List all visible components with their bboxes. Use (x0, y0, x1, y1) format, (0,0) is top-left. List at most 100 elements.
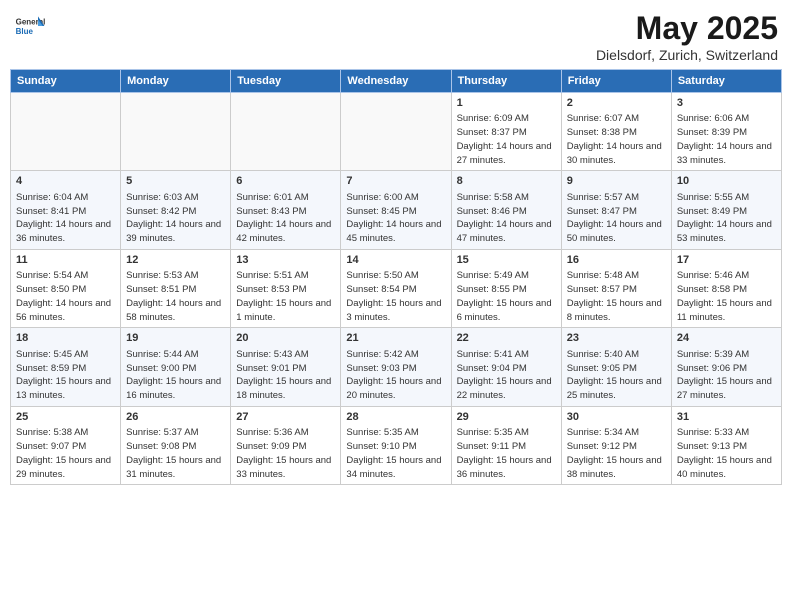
day-number: 30 (567, 410, 666, 425)
calendar-day-cell: 30Sunrise: 5:34 AM Sunset: 9:12 PM Dayli… (561, 406, 671, 484)
day-number: 25 (16, 410, 115, 425)
day-info: Sunrise: 5:39 AM Sunset: 9:06 PM Dayligh… (677, 348, 776, 403)
calendar-day-cell: 15Sunrise: 5:49 AM Sunset: 8:55 PM Dayli… (451, 249, 561, 327)
day-info: Sunrise: 5:54 AM Sunset: 8:50 PM Dayligh… (16, 269, 115, 324)
calendar-day-cell: 6 Sunrise: 6:01 AM Sunset: 8:43 PM Daylig… (231, 171, 341, 249)
day-info: Sunrise: 6:04 AM Sunset: 8:41 PM Dayligh… (16, 191, 115, 246)
calendar-week-row: 25Sunrise: 5:38 AM Sunset: 9:07 PM Dayli… (11, 406, 782, 484)
day-number: 28 (346, 410, 445, 425)
calendar-week-row: 4 Sunrise: 6:04 AM Sunset: 8:41 PM Daylig… (11, 171, 782, 249)
day-info: Sunrise: 5:41 AM Sunset: 9:04 PM Dayligh… (457, 348, 556, 403)
logo-icon: General Blue (14, 10, 46, 42)
day-number: 10 (677, 174, 776, 189)
day-number: 17 (677, 253, 776, 268)
month-title: May 2025 (596, 10, 778, 47)
day-number: 6 (236, 174, 335, 189)
calendar-day-cell: 21 Sunrise: 5:42 AM Sunset: 9:03 PM Dayli… (341, 328, 451, 406)
day-number: 20 (236, 331, 335, 346)
weekday-header: Friday (561, 70, 671, 93)
calendar-day-cell: 10 Sunrise: 5:55 AM Sunset: 8:49 PM Dayli… (671, 171, 781, 249)
day-number: 16 (567, 253, 666, 268)
day-number: 3 (677, 96, 776, 111)
day-number: 24 (677, 331, 776, 346)
calendar-day-cell: 31Sunrise: 5:33 AM Sunset: 9:13 PM Dayli… (671, 406, 781, 484)
day-number: 13 (236, 253, 335, 268)
day-info: Sunrise: 5:46 AM Sunset: 8:58 PM Dayligh… (677, 269, 776, 324)
calendar-day-cell: 16Sunrise: 5:48 AM Sunset: 8:57 PM Dayli… (561, 249, 671, 327)
calendar-day-cell: 20Sunrise: 5:43 AM Sunset: 9:01 PM Dayli… (231, 328, 341, 406)
calendar-day-cell (341, 93, 451, 171)
title-block: May 2025 Dielsdorf, Zurich, Switzerland (596, 10, 778, 63)
day-number: 4 (16, 174, 115, 189)
calendar-day-cell: 12Sunrise: 5:53 AM Sunset: 8:51 PM Dayli… (121, 249, 231, 327)
day-number: 9 (567, 174, 666, 189)
day-info: Sunrise: 5:45 AM Sunset: 8:59 PM Dayligh… (16, 348, 115, 403)
calendar-day-cell: 5 Sunrise: 6:03 AM Sunset: 8:42 PM Daylig… (121, 171, 231, 249)
day-info: Sunrise: 6:06 AM Sunset: 8:39 PM Dayligh… (677, 112, 776, 167)
calendar-day-cell: 25Sunrise: 5:38 AM Sunset: 9:07 PM Dayli… (11, 406, 121, 484)
day-info: Sunrise: 5:40 AM Sunset: 9:05 PM Dayligh… (567, 348, 666, 403)
day-info: Sunrise: 5:42 AM Sunset: 9:03 PM Dayligh… (346, 348, 445, 403)
day-number: 18 (16, 331, 115, 346)
day-info: Sunrise: 5:50 AM Sunset: 8:54 PM Dayligh… (346, 269, 445, 324)
day-number: 1 (457, 96, 556, 111)
day-info: Sunrise: 5:35 AM Sunset: 9:11 PM Dayligh… (457, 426, 556, 481)
calendar-day-cell (121, 93, 231, 171)
day-info: Sunrise: 5:38 AM Sunset: 9:07 PM Dayligh… (16, 426, 115, 481)
calendar-week-row: 18 Sunrise: 5:45 AM Sunset: 8:59 PM Dayli… (11, 328, 782, 406)
calendar-day-cell: 1Sunrise: 6:09 AM Sunset: 8:37 PM Daylig… (451, 93, 561, 171)
weekday-header: Saturday (671, 70, 781, 93)
day-number: 8 (457, 174, 556, 189)
day-number: 7 (346, 174, 445, 189)
calendar-day-cell: 4 Sunrise: 6:04 AM Sunset: 8:41 PM Daylig… (11, 171, 121, 249)
calendar-day-cell: 26Sunrise: 5:37 AM Sunset: 9:08 PM Dayli… (121, 406, 231, 484)
calendar-day-cell: 7Sunrise: 6:00 AM Sunset: 8:45 PM Daylig… (341, 171, 451, 249)
day-info: Sunrise: 5:33 AM Sunset: 9:13 PM Dayligh… (677, 426, 776, 481)
day-number: 19 (126, 331, 225, 346)
calendar-week-row: 11Sunrise: 5:54 AM Sunset: 8:50 PM Dayli… (11, 249, 782, 327)
day-number: 5 (126, 174, 225, 189)
day-number: 26 (126, 410, 225, 425)
day-number: 12 (126, 253, 225, 268)
calendar-header-row: SundayMondayTuesdayWednesdayThursdayFrid… (11, 70, 782, 93)
day-info: Sunrise: 6:07 AM Sunset: 8:38 PM Dayligh… (567, 112, 666, 167)
day-info: Sunrise: 5:34 AM Sunset: 9:12 PM Dayligh… (567, 426, 666, 481)
calendar-day-cell: 19 Sunrise: 5:44 AM Sunset: 9:00 PM Dayli… (121, 328, 231, 406)
location: Dielsdorf, Zurich, Switzerland (596, 47, 778, 63)
day-info: Sunrise: 5:53 AM Sunset: 8:51 PM Dayligh… (126, 269, 225, 324)
calendar-day-cell: 17Sunrise: 5:46 AM Sunset: 8:58 PM Dayli… (671, 249, 781, 327)
calendar-day-cell: 9Sunrise: 5:57 AM Sunset: 8:47 PM Daylig… (561, 171, 671, 249)
calendar-day-cell: 28Sunrise: 5:35 AM Sunset: 9:10 PM Dayli… (341, 406, 451, 484)
day-number: 29 (457, 410, 556, 425)
day-number: 22 (457, 331, 556, 346)
calendar-day-cell: 29Sunrise: 5:35 AM Sunset: 9:11 PM Dayli… (451, 406, 561, 484)
calendar-day-cell: 8Sunrise: 5:58 AM Sunset: 8:46 PM Daylig… (451, 171, 561, 249)
page-header: General Blue May 2025 Dielsdorf, Zurich,… (10, 10, 782, 63)
calendar-day-cell: 22 Sunrise: 5:41 AM Sunset: 9:04 PM Dayli… (451, 328, 561, 406)
day-info: Sunrise: 6:03 AM Sunset: 8:42 PM Dayligh… (126, 191, 225, 246)
calendar-day-cell: 27Sunrise: 5:36 AM Sunset: 9:09 PM Dayli… (231, 406, 341, 484)
weekday-header: Tuesday (231, 70, 341, 93)
calendar-day-cell (11, 93, 121, 171)
day-number: 21 (346, 331, 445, 346)
day-info: Sunrise: 5:48 AM Sunset: 8:57 PM Dayligh… (567, 269, 666, 324)
calendar-table: SundayMondayTuesdayWednesdayThursdayFrid… (10, 69, 782, 485)
day-number: 27 (236, 410, 335, 425)
day-info: Sunrise: 5:36 AM Sunset: 9:09 PM Dayligh… (236, 426, 335, 481)
weekday-header: Sunday (11, 70, 121, 93)
day-number: 15 (457, 253, 556, 268)
svg-text:Blue: Blue (16, 27, 34, 36)
day-info: Sunrise: 5:44 AM Sunset: 9:00 PM Dayligh… (126, 348, 225, 403)
day-info: Sunrise: 5:49 AM Sunset: 8:55 PM Dayligh… (457, 269, 556, 324)
day-info: Sunrise: 5:55 AM Sunset: 8:49 PM Dayligh… (677, 191, 776, 246)
weekday-header: Wednesday (341, 70, 451, 93)
calendar-day-cell (231, 93, 341, 171)
calendar-day-cell: 24 Sunrise: 5:39 AM Sunset: 9:06 PM Dayli… (671, 328, 781, 406)
day-number: 14 (346, 253, 445, 268)
day-info: Sunrise: 5:35 AM Sunset: 9:10 PM Dayligh… (346, 426, 445, 481)
weekday-header: Thursday (451, 70, 561, 93)
day-info: Sunrise: 6:01 AM Sunset: 8:43 PM Dayligh… (236, 191, 335, 246)
logo: General Blue (14, 10, 46, 42)
day-number: 23 (567, 331, 666, 346)
calendar-week-row: 1Sunrise: 6:09 AM Sunset: 8:37 PM Daylig… (11, 93, 782, 171)
